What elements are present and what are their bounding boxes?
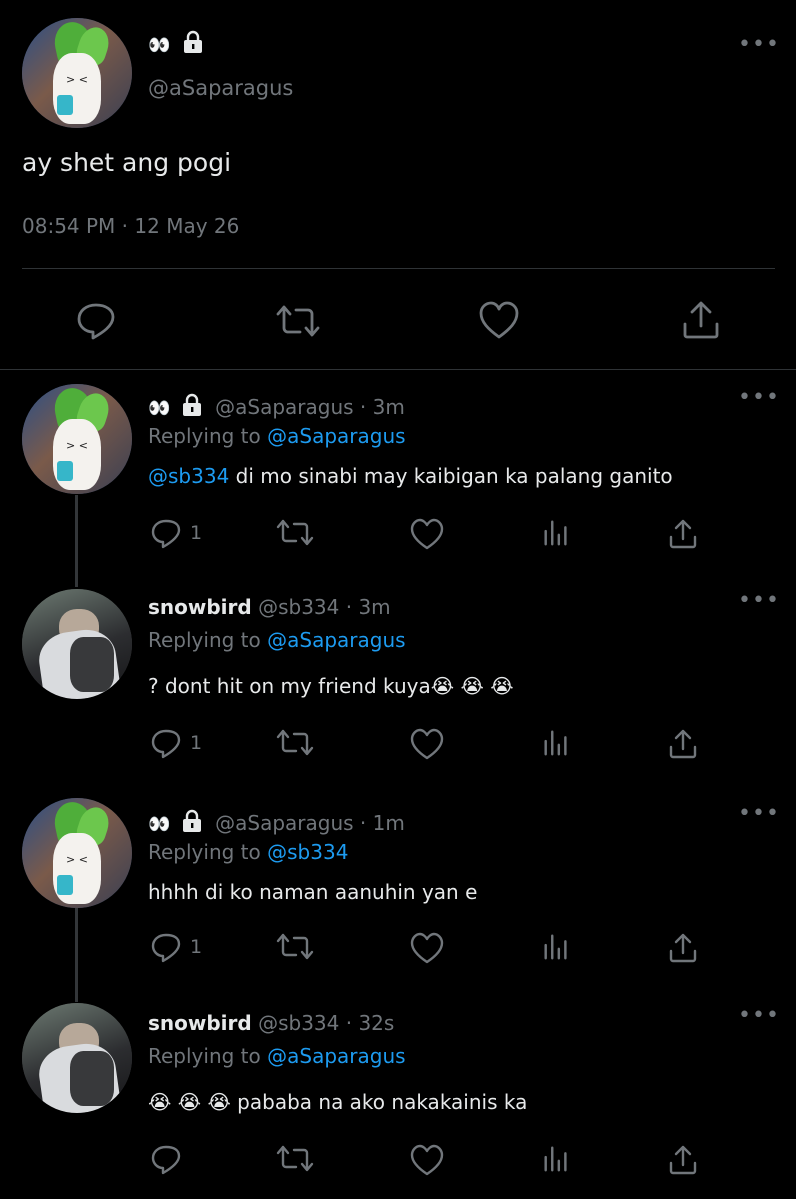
display-name[interactable]: snowbird <box>148 1011 252 1035</box>
avatar[interactable]: > < <box>22 18 132 128</box>
divider <box>0 369 796 370</box>
reply-icon[interactable] <box>150 518 182 550</box>
more-icon[interactable]: ••• <box>738 1005 780 1027</box>
reply-icon[interactable] <box>150 1144 182 1176</box>
handle-and-time[interactable]: @aSaparagus · 1m <box>215 811 405 835</box>
analytics-icon[interactable] <box>542 728 570 758</box>
replying-to-label: Replying to <box>148 1044 261 1068</box>
thread-line <box>75 908 78 1002</box>
display-name[interactable]: 👀 <box>148 398 170 419</box>
reply-count: 1 <box>190 936 203 958</box>
thread-line <box>75 495 78 587</box>
tweet-text: ay shet ang pogi <box>22 148 232 177</box>
reply-text: di mo sinabi may kaibigan ka palang gani… <box>235 464 673 488</box>
replying-to-label: Replying to <box>148 840 261 864</box>
reply-text: hhhh di ko naman aanuhin yan e <box>148 880 478 904</box>
lock-icon <box>182 809 201 832</box>
replying-to-link[interactable]: @aSaparagus <box>267 1044 405 1068</box>
reply-text: 😭 😭 😭 pababa na ako nakakainis ka <box>148 1090 528 1114</box>
more-icon[interactable]: ••• <box>738 803 780 825</box>
share-icon[interactable] <box>668 1144 698 1176</box>
handle[interactable]: @aSaparagus <box>148 76 293 100</box>
analytics-icon[interactable] <box>542 518 570 548</box>
heart-icon[interactable] <box>478 300 520 340</box>
avatar[interactable]: > < <box>22 384 132 494</box>
more-icon[interactable]: ••• <box>738 34 780 56</box>
handle-and-time[interactable]: @sb334 · 3m <box>258 595 391 619</box>
more-icon[interactable]: ••• <box>738 590 780 612</box>
heart-icon[interactable] <box>410 518 444 550</box>
retweet-icon[interactable] <box>275 1144 315 1174</box>
reply-count: 1 <box>190 732 203 754</box>
heart-icon[interactable] <box>410 932 444 964</box>
replying-to-link[interactable]: @sb334 <box>267 840 348 864</box>
replying-to-label: Replying to <box>148 424 261 448</box>
reply-text: ? dont hit on my friend kuya😭 😭 😭 <box>148 674 514 698</box>
avatar[interactable]: > < <box>22 798 132 908</box>
retweet-icon[interactable] <box>275 932 315 962</box>
handle-and-time[interactable]: @aSaparagus · 3m <box>215 395 405 419</box>
more-icon[interactable]: ••• <box>738 387 780 409</box>
analytics-icon[interactable] <box>542 1144 570 1174</box>
lock-icon <box>182 393 201 416</box>
share-icon[interactable] <box>668 728 698 760</box>
reply-count: 1 <box>190 522 203 544</box>
display-name[interactable]: 👀 <box>148 814 170 835</box>
replying-to-label: Replying to <box>148 628 261 652</box>
reply-icon[interactable] <box>76 302 116 340</box>
reply-icon[interactable] <box>150 932 182 964</box>
avatar[interactable] <box>22 1003 132 1113</box>
mention-link[interactable]: @sb334 <box>148 464 229 488</box>
divider <box>22 268 775 269</box>
retweet-icon[interactable] <box>275 728 315 758</box>
retweet-icon[interactable] <box>275 518 315 548</box>
share-icon[interactable] <box>668 932 698 964</box>
replying-to-link[interactable]: @aSaparagus <box>267 424 405 448</box>
display-name[interactable]: snowbird <box>148 595 252 619</box>
heart-icon[interactable] <box>410 728 444 760</box>
analytics-icon[interactable] <box>542 932 570 962</box>
replying-to-link[interactable]: @aSaparagus <box>267 628 405 652</box>
heart-icon[interactable] <box>410 1144 444 1176</box>
handle-and-time[interactable]: @sb334 · 32s <box>258 1011 394 1035</box>
avatar[interactable] <box>22 589 132 699</box>
reply-icon[interactable] <box>150 728 182 760</box>
timestamp[interactable]: 08:54 PM · 12 May 26 <box>22 214 239 238</box>
display-name-text: 👀 <box>148 35 170 56</box>
share-icon[interactable] <box>668 518 698 550</box>
retweet-icon[interactable] <box>274 304 322 338</box>
display-name[interactable]: 👀 <box>148 30 204 56</box>
lock-icon <box>183 30 202 53</box>
share-icon[interactable] <box>682 300 720 340</box>
